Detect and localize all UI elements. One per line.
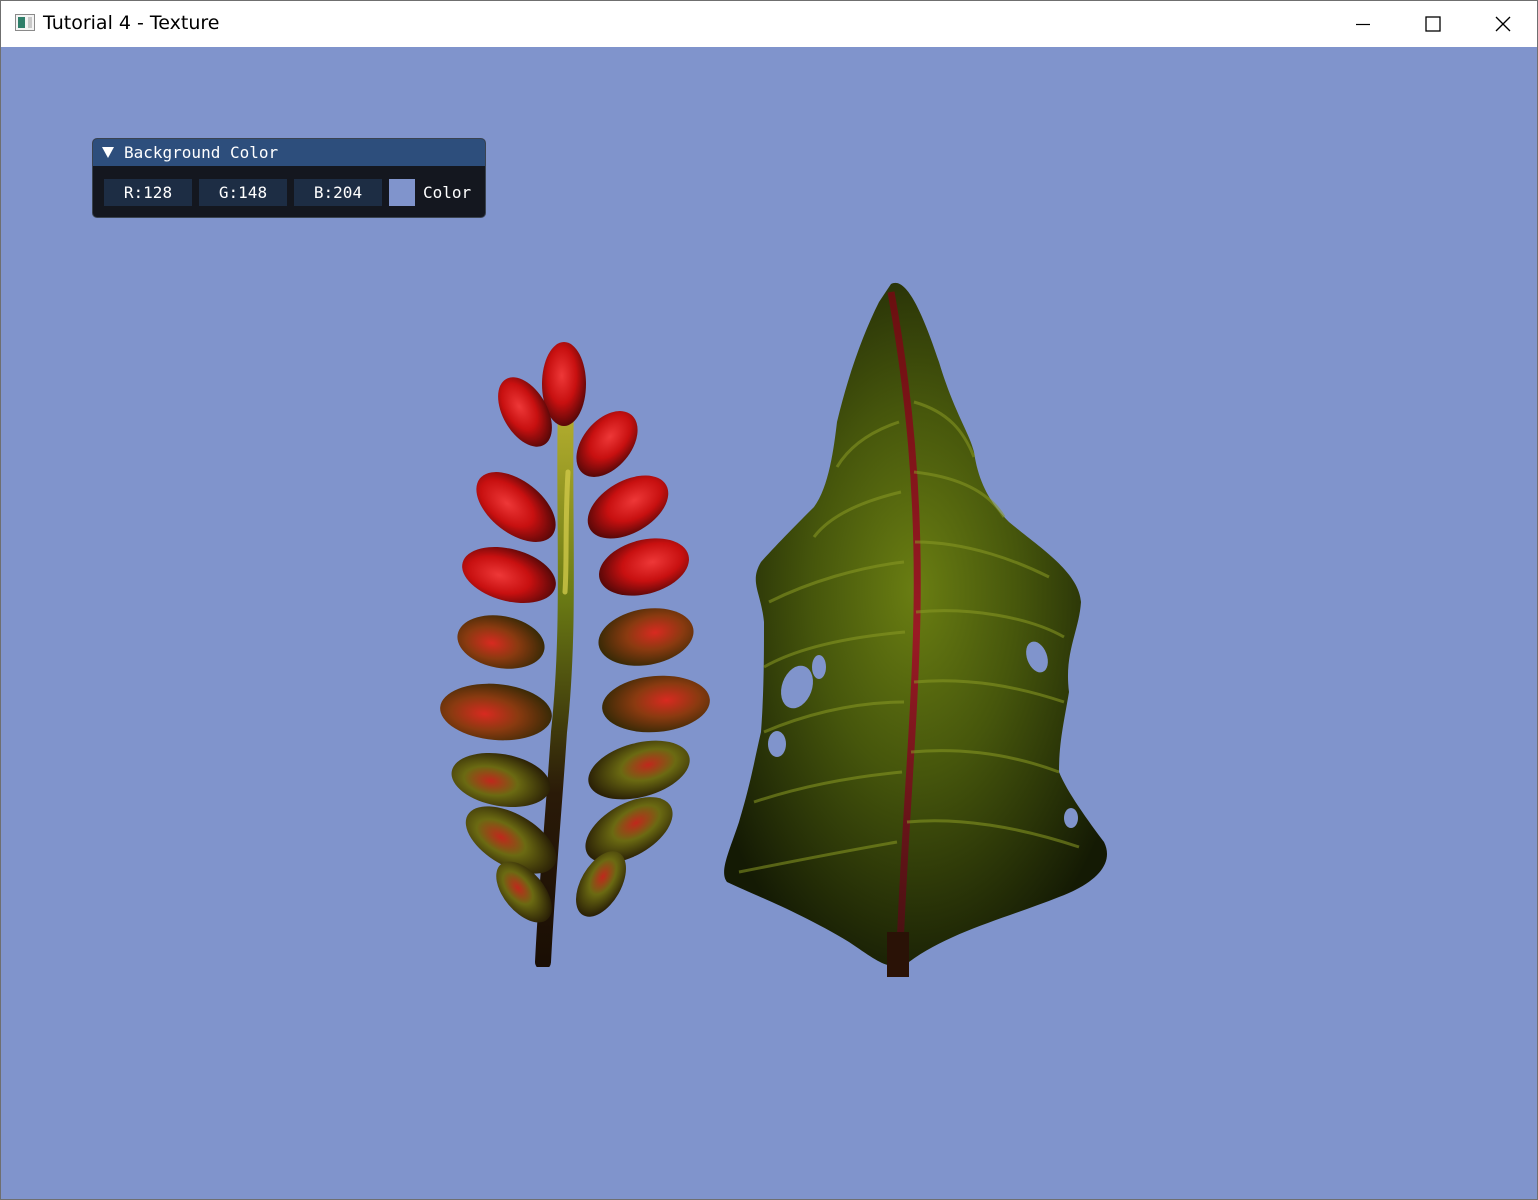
maximize-icon [1425,16,1441,32]
red-input[interactable]: R:128 [104,179,192,206]
render-viewport[interactable]: Background Color R:128 G:148 B:204 Color [1,47,1537,1199]
title-bar[interactable]: Tutorial 4 - Texture [1,1,1537,47]
minimize-icon [1356,23,1370,26]
maximize-button[interactable] [1398,1,1468,47]
app-window-icon [15,14,35,31]
triangle-down-icon[interactable] [101,144,115,160]
color-swatch[interactable] [389,179,415,206]
panel-title: Background Color [124,143,279,162]
close-button[interactable] [1468,1,1538,47]
red-berry-plant-texture [440,342,710,967]
blue-input[interactable]: B:204 [294,179,382,206]
green-input[interactable]: G:148 [199,179,287,206]
green-leaf-texture [724,282,1107,977]
background-color-panel: Background Color R:128 G:148 B:204 Color [92,138,486,218]
panel-header[interactable]: Background Color [93,139,485,166]
window-title: Tutorial 4 - Texture [43,12,220,34]
close-icon [1495,16,1511,32]
application-window: Tutorial 4 - Texture Background Color R:… [0,0,1538,1200]
color-label: Color [423,183,472,202]
minimize-button[interactable] [1328,1,1398,47]
